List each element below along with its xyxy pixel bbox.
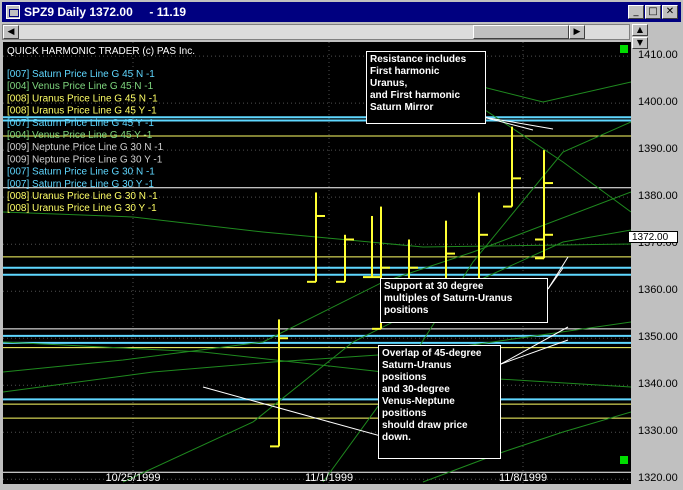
- y-tick-label: 1340.00: [638, 378, 678, 391]
- pointer-line: [482, 116, 554, 130]
- chart-caption: QUICK HARMONIC TRADER (c) PAS Inc.: [7, 46, 195, 57]
- legend-item: [008] Uranus Price Line G 30 Y -1: [7, 203, 157, 214]
- y-tick-label: 1410.00: [638, 49, 678, 62]
- legend-item: [004] Venus Price Line G 45 Y -1: [7, 130, 153, 141]
- scroll-down-button[interactable]: ▼: [632, 37, 648, 49]
- y-tick-label: 1390.00: [638, 143, 678, 156]
- overlap-annotation: Overlap of 45-degree Saturn-Uranus posit…: [378, 345, 501, 459]
- legend-item: [008] Uranus Price Line G 30 N -1: [7, 191, 158, 202]
- legend-item: [009] Neptune Price Line G 30 N -1: [7, 142, 164, 153]
- legend-item: [009] Neptune Price Line G 30 Y -1: [7, 154, 163, 165]
- chart-svg: QUICK HARMONIC TRADER (c) PAS Inc. [007]…: [3, 42, 631, 484]
- y-tick-label: 1360.00: [638, 284, 678, 297]
- saturn-curve: [3, 341, 631, 388]
- legend-item: [008] Uranus Price Line G 45 N -1: [7, 93, 158, 104]
- horizontal-scrollbar[interactable]: ◀ ▶: [2, 24, 630, 40]
- pointer-line: [547, 267, 564, 290]
- minimize-button[interactable]: _: [628, 5, 644, 19]
- scroll-thumb[interactable]: [473, 25, 569, 39]
- legend-item: [007] Saturn Price Line G 30 Y -1: [7, 179, 154, 190]
- window-titlebar: SPZ9 Daily 1372.00 - 11.19 _ □ ✕: [2, 2, 681, 22]
- pointer-line: [500, 326, 569, 365]
- legend-item: [004] Venus Price Line G 45 N -1: [7, 81, 154, 92]
- x-tick-label: 11/1/1999: [305, 472, 353, 484]
- close-button[interactable]: ✕: [662, 5, 678, 19]
- y-tick-label: 1380.00: [638, 190, 678, 203]
- resistance-annotation: Resistance includes First harmonic Uranu…: [366, 51, 486, 124]
- scroll-right-button[interactable]: ▶: [569, 25, 585, 39]
- current-price-label: 1372.00: [628, 231, 678, 243]
- y-tick-label: 1350.00: [638, 331, 678, 344]
- top-marker: [620, 45, 628, 53]
- scroll-up-button[interactable]: ▲: [632, 24, 648, 36]
- x-tick-label: 10/25/1999: [105, 472, 160, 484]
- legend-item: [008] Uranus Price Line G 45 Y -1: [7, 106, 157, 117]
- pointer-line: [482, 116, 534, 131]
- y-tick-label: 1320.00: [638, 472, 678, 485]
- legend-item: [007] Saturn Price Line G 30 N -1: [7, 167, 155, 178]
- support-annotation: Support at 30 degree multiples of Saturn…: [380, 278, 548, 323]
- x-tick-label: 11/8/1999: [499, 472, 547, 484]
- y-tick-label: 1400.00: [638, 96, 678, 109]
- maximize-button[interactable]: □: [645, 5, 661, 19]
- app-icon[interactable]: [6, 5, 20, 19]
- scroll-left-button[interactable]: ◀: [3, 25, 19, 39]
- bottom-marker: [620, 456, 628, 464]
- legend-item: [007] Saturn Price Line G 45 N -1: [7, 69, 155, 80]
- upper-curve: [462, 81, 631, 103]
- y-tick-label: 1330.00: [638, 425, 678, 438]
- window-title: SPZ9 Daily 1372.00 - 11.19: [24, 5, 187, 19]
- legend-item: [007] Saturn Price Line G 45 Y -1: [7, 118, 154, 129]
- price-chart[interactable]: QUICK HARMONIC TRADER (c) PAS Inc. [007]…: [3, 42, 631, 484]
